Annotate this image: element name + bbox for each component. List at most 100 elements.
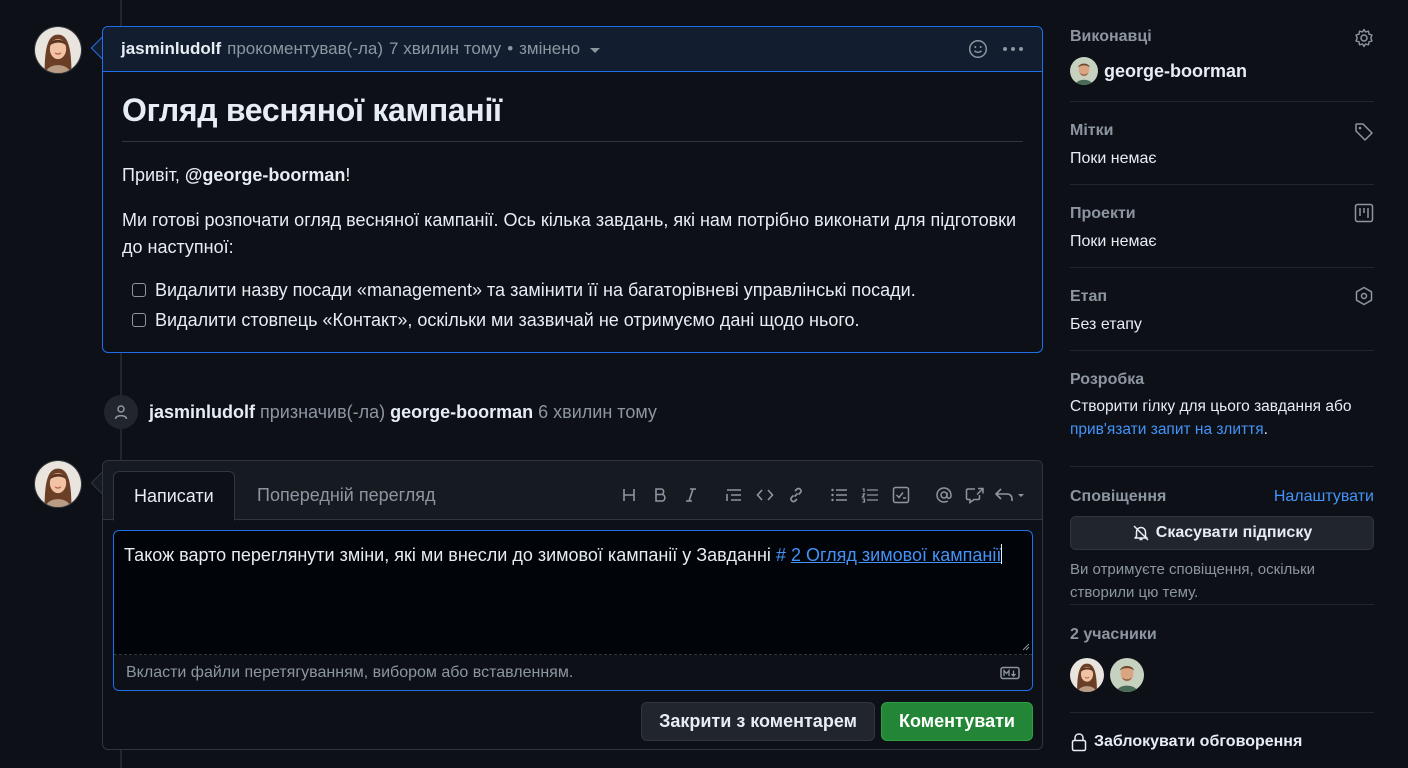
task-item: Видалити стовпець «Контакт», оскільки ми… [122, 305, 1023, 335]
markdown-toolbar [613, 483, 1030, 507]
task-text: Видалити назву посади «management» та за… [155, 280, 916, 300]
attach-files-bar[interactable]: Вкласти файли перетягуванням, вибором аб… [114, 655, 1032, 690]
comment-title: Огляд весняної кампанії [122, 92, 1023, 142]
greeting: Привіт, @george-boorman! [122, 162, 1023, 189]
bell-slash-icon [1133, 525, 1149, 541]
assignee-item[interactable]: george-boorman [1070, 57, 1374, 85]
projects-value: Поки немає [1070, 233, 1157, 250]
resize-grip-icon[interactable] [1022, 643, 1030, 651]
sidebar-notifications: Сповіщення Налаштувати Скасувати підписк… [1070, 467, 1374, 605]
greeting-prefix: Привіт, [122, 165, 185, 185]
comment-textarea[interactable]: Також варто переглянути зміни, які ми вн… [113, 530, 1033, 691]
task-checkbox[interactable] [132, 313, 146, 327]
close-with-comment-button[interactable]: Закрити з коментарем [641, 702, 875, 741]
lock-label: Заблокувати обговорення [1094, 733, 1303, 750]
lock-conversation-button[interactable]: Заблокувати обговорення [1070, 732, 1374, 752]
sidebar-projects: Проекти Поки немає [1070, 185, 1374, 268]
chevron-down-icon [590, 48, 601, 53]
unsubscribe-button[interactable]: Скасувати підписку [1070, 516, 1374, 550]
participants-label: 2 учасники [1070, 626, 1157, 643]
labels-label: Мітки [1070, 122, 1114, 139]
comment-editor: Написати Попередній перегляд Також варто… [102, 460, 1043, 750]
unordered-list-icon[interactable] [823, 483, 854, 507]
gear-icon[interactable] [1354, 28, 1374, 51]
edited-label: змінено [519, 39, 581, 58]
labels-value: Поки немає [1070, 150, 1157, 167]
comment-author-avatar[interactable] [34, 26, 82, 74]
quote-icon[interactable] [718, 483, 749, 507]
task-text: Видалити стовпець «Контакт», оскільки ми… [155, 310, 860, 330]
participants-list [1070, 658, 1374, 692]
tab-write[interactable]: Написати [113, 471, 235, 521]
comment-draft-text: Також варто переглянути зміни, які ми вн… [124, 545, 776, 565]
issue-reference-title: 2 Огляд зимової кампанії [790, 545, 1002, 565]
task-list: Видалити назву посади «management» та за… [122, 275, 1023, 335]
comment-input-text[interactable]: Також варто переглянути зміни, які ми вн… [114, 531, 1032, 655]
sidebar-lock: Заблокувати обговорення [1070, 713, 1374, 752]
comment-paragraph: Ми готові розпочати огляд весняної кампа… [122, 210, 1017, 257]
tab-preview[interactable]: Попередній перегляд [237, 471, 456, 520]
development-end: . [1263, 421, 1268, 438]
attach-hint: Вкласти файли перетягуванням, вибором аб… [126, 663, 574, 681]
sidebar-milestone: Етап Без етапу [1070, 268, 1374, 351]
cross-reference-icon[interactable] [959, 483, 990, 507]
notification-note: Ви отримуєте сповіщення, оскільки створи… [1070, 561, 1316, 601]
tag-icon[interactable] [1354, 122, 1374, 145]
assignee-avatar [1070, 57, 1098, 85]
project-board-icon[interactable] [1354, 203, 1374, 226]
task-checkbox[interactable] [132, 283, 146, 297]
comment-body: Огляд весняної кампанії Привіт, @george-… [103, 72, 1042, 355]
milestone-value: Без етапу [1070, 316, 1142, 333]
comment-author[interactable]: jasminludolf [121, 39, 221, 59]
comment-actions [968, 39, 1024, 59]
event-time[interactable]: 6 хвилин тому [538, 402, 657, 423]
ordered-list-icon[interactable] [854, 483, 885, 507]
projects-label: Проекти [1070, 205, 1136, 222]
task-item: Видалити назву посади «management» та за… [122, 275, 1023, 305]
edited-dropdown[interactable]: змінено [519, 39, 601, 59]
link-icon[interactable] [780, 483, 811, 507]
assignees-label: Виконавці [1070, 28, 1152, 45]
kebab-horizontal-icon[interactable] [1002, 46, 1024, 52]
task-list-icon[interactable] [885, 483, 916, 507]
participant-avatar[interactable] [1110, 658, 1144, 692]
link-pull-request-link[interactable]: прив'язати запит на злиття [1070, 421, 1264, 438]
reply-icon[interactable] [990, 483, 1030, 507]
event-actor[interactable]: jasminludolf [149, 402, 255, 423]
event-action: призначив(-ла) [260, 401, 386, 422]
comment-button[interactable]: Коментувати [881, 702, 1033, 741]
editor-header: Написати Попередній перегляд [103, 461, 1042, 521]
markdown-icon[interactable] [1000, 666, 1020, 680]
milestone-label: Етап [1070, 288, 1108, 305]
mention-icon[interactable] [928, 483, 959, 507]
code-icon[interactable] [749, 483, 780, 507]
issue-comment: jasminludolf прокоментував(-ла) 7 хвилин… [102, 26, 1043, 353]
smiley-icon[interactable] [968, 39, 988, 59]
sidebar-assignees: Виконавці george-boorman [1070, 0, 1374, 102]
comment-header: jasminludolf прокоментував(-ла) 7 хвилин… [103, 27, 1042, 72]
comment-action: прокоментував(-ла) [227, 39, 384, 58]
sidebar-participants: 2 учасники [1070, 605, 1374, 713]
unsubscribe-label: Скасувати підписку [1155, 524, 1313, 541]
lock-icon [1071, 733, 1087, 752]
event-target[interactable]: george-boorman [390, 402, 533, 423]
issue-reference-link[interactable]: # 2 Огляд зимової кампанії [776, 545, 1001, 565]
milestone-icon[interactable] [1354, 286, 1374, 309]
comment-time[interactable]: 7 хвилин тому [389, 39, 501, 59]
notifications-customize-link[interactable]: Налаштувати [1274, 488, 1374, 506]
bold-icon[interactable] [644, 483, 675, 507]
person-icon [104, 395, 138, 429]
assignee-name: george-boorman [1104, 60, 1248, 81]
participant-avatar[interactable] [1070, 658, 1104, 692]
issue-sidebar: Виконавці george-boorman Мітки Поки нема… [1070, 0, 1374, 752]
issue-hash: # [775, 545, 786, 565]
sidebar-development: Розробка Створити гілку для цього завдан… [1070, 351, 1374, 467]
development-text: Створити гілку для цього завдання або при… [1070, 395, 1374, 441]
development-label: Розробка [1070, 371, 1145, 388]
text-cursor [1001, 544, 1003, 564]
greeting-suffix: ! [345, 165, 351, 185]
heading-icon[interactable] [613, 483, 644, 507]
user-mention[interactable]: @george-boorman [185, 165, 346, 185]
italic-icon[interactable] [675, 483, 706, 507]
current-user-avatar[interactable] [34, 460, 82, 508]
